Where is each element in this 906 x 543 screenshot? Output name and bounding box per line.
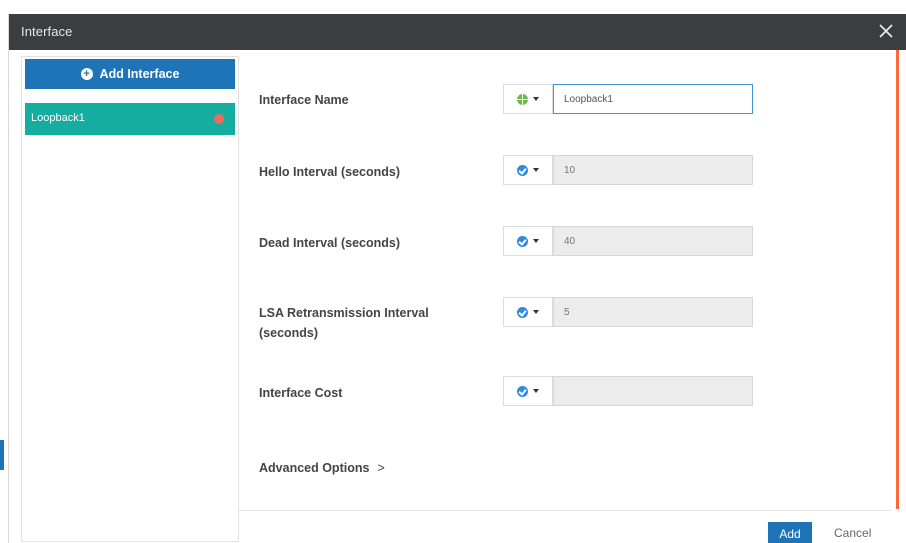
close-icon[interactable] (875, 20, 897, 42)
hello-interval-label: Hello Interval (seconds) (259, 165, 401, 179)
dead-interval-input[interactable] (553, 226, 753, 256)
sidebar-item-label: Loopback1 (31, 112, 85, 124)
add-interface-label: Add Interface (99, 67, 180, 81)
add-button[interactable]: Add (768, 522, 812, 543)
check-circle-icon (517, 306, 528, 318)
scroll-accent-bar (896, 50, 899, 509)
hello-interval-mode-dropdown[interactable] (503, 155, 553, 185)
advanced-options-toggle[interactable]: Advanced Options > (259, 461, 385, 475)
interface-name-label: Interface Name (259, 93, 349, 107)
title-bar: Interface (9, 14, 906, 50)
lsa-retransmission-label-line1: LSA Retransmission Interval (259, 306, 429, 320)
interface-cost-mode-dropdown[interactable] (503, 376, 553, 406)
interface-form: Interface Name Hello Interval (seconds) … (239, 50, 891, 543)
hello-interval-input[interactable] (553, 155, 753, 185)
lsa-retransmission-input[interactable] (553, 297, 753, 327)
cancel-button[interactable]: Cancel (834, 526, 871, 540)
interface-name-input[interactable] (553, 84, 753, 114)
status-dot-icon (214, 114, 224, 124)
plus-circle-icon: + (80, 68, 93, 80)
chevron-down-icon (533, 168, 539, 172)
lsa-retransmission-label-line2: (seconds) (259, 326, 319, 340)
lsa-retransmission-mode-dropdown[interactable] (503, 297, 553, 327)
interface-dialog: Interface + Add Interface Loopback1 Inte… (8, 14, 906, 543)
check-circle-icon (517, 385, 528, 397)
chevron-right-icon: > (377, 461, 385, 475)
globe-icon (517, 93, 528, 105)
interface-cost-input[interactable] (553, 376, 753, 406)
check-circle-icon (517, 164, 528, 176)
chevron-down-icon (533, 239, 539, 243)
dialog-footer: Add Cancel (239, 510, 891, 543)
interface-cost-label: Interface Cost (259, 386, 343, 400)
dead-interval-label: Dead Interval (seconds) (259, 236, 401, 250)
dead-interval-mode-dropdown[interactable] (503, 226, 553, 256)
check-circle-icon (517, 235, 528, 247)
dialog-title: Interface (21, 24, 73, 39)
chevron-down-icon (533, 97, 539, 101)
sidebar-item-loopback1[interactable]: Loopback1 (25, 103, 235, 135)
interface-name-mode-dropdown[interactable] (503, 84, 553, 114)
chevron-down-icon (533, 310, 539, 314)
advanced-options-label: Advanced Options (259, 461, 370, 475)
chevron-down-icon (533, 389, 539, 393)
add-interface-button[interactable]: + Add Interface (25, 59, 235, 89)
lsa-retransmission-label: LSA Retransmission Interval (seconds) (259, 303, 429, 343)
interface-sidebar: + Add Interface Loopback1 (21, 56, 239, 542)
edge-marker (0, 440, 4, 470)
